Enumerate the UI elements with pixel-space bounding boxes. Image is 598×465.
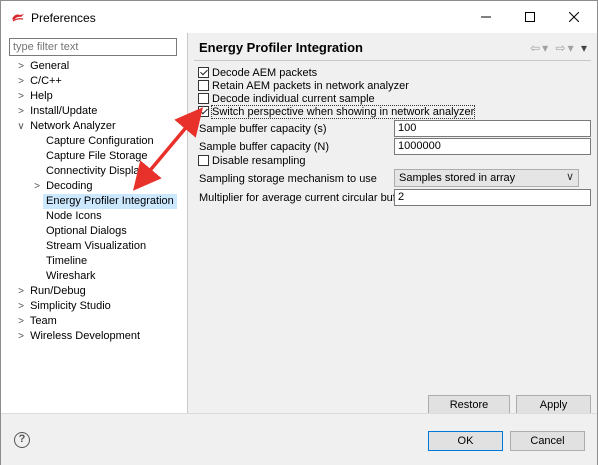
expand-icon[interactable]: > — [31, 179, 43, 194]
tree-item-energy-profiler-integration[interactable]: Energy Profiler Integration — [43, 194, 177, 209]
sample-buffer-n-label: Sample buffer capacity (N) — [199, 141, 330, 153]
filter-input[interactable] — [9, 38, 177, 56]
close-icon — [568, 11, 580, 23]
storage-mechanism-select[interactable]: Samples stored in array ∨ — [394, 169, 579, 187]
sample-buffer-n-input[interactable]: 1000000 — [394, 138, 591, 155]
minimize-button[interactable] — [464, 1, 508, 33]
close-button[interactable] — [552, 1, 596, 33]
collapse-icon[interactable]: ∨ — [15, 119, 27, 134]
storage-mechanism-label: Sampling storage mechanism to use — [199, 173, 377, 185]
expand-icon[interactable]: > — [15, 284, 27, 299]
maximize-icon — [525, 12, 535, 22]
disable-resampling-checkbox[interactable]: Disable resampling — [198, 154, 306, 168]
tree-item-optional-dialogs[interactable]: Optional Dialogs — [46, 224, 127, 239]
tree-item-decoding[interactable]: > Decoding — [31, 179, 92, 194]
chevron-down-icon[interactable]: ∨ — [566, 171, 574, 183]
checkbox-unchecked-icon[interactable] — [198, 155, 209, 166]
decode-individual-checkbox[interactable]: Decode individual current sample — [198, 92, 375, 106]
switch-perspective-checkbox[interactable]: Switch perspective when showing in netwo… — [198, 105, 476, 119]
ok-button[interactable]: OK — [428, 431, 503, 451]
tree-item-network-analyzer[interactable]: ∨ Network Analyzer — [15, 119, 115, 134]
dialog-footer: ? OK Cancel — [1, 413, 597, 465]
expand-icon[interactable]: > — [15, 329, 27, 344]
apply-button[interactable]: Apply — [516, 395, 591, 415]
multiplier-label: Multiplier for average current circular … — [199, 192, 409, 204]
forward-menu-icon[interactable]: ▾ — [568, 41, 576, 55]
retain-aem-checkbox[interactable]: Retain AEM packets in network analyzer — [198, 79, 409, 93]
forward-icon[interactable]: ⇨ — [556, 41, 568, 55]
tree-item-team[interactable]: > Team — [15, 314, 57, 329]
tree-item-stream-visualization[interactable]: Stream Visualization — [46, 239, 146, 254]
checkbox-checked-icon[interactable] — [198, 106, 209, 117]
tree-item-node-icons[interactable]: Node Icons — [46, 209, 102, 224]
decode-aem-checkbox[interactable]: Decode AEM packets — [198, 66, 317, 80]
expand-icon[interactable]: > — [15, 74, 27, 89]
tree-item-timeline[interactable]: Timeline — [46, 254, 87, 269]
page-navigation: ⇦▾ ⇨▾ ▾ — [530, 41, 589, 55]
checkbox-checked-icon[interactable] — [198, 67, 209, 78]
restore-defaults-button[interactable]: Restore Defaults — [428, 395, 510, 429]
tree-item-help[interactable]: > Help — [15, 89, 53, 104]
expand-icon[interactable]: > — [15, 299, 27, 314]
tree-item-wireless-development[interactable]: > Wireless Development — [15, 329, 140, 344]
back-menu-icon[interactable]: ▾ — [542, 41, 550, 55]
sample-buffer-s-input[interactable]: 100 — [394, 120, 591, 137]
tree-item-connectivity-display[interactable]: Connectivity Display — [46, 164, 145, 179]
tree-item-wireshark[interactable]: Wireshark — [46, 269, 96, 284]
view-menu-icon[interactable]: ▾ — [581, 41, 589, 55]
page-title: Energy Profiler Integration — [199, 40, 363, 55]
expand-icon[interactable]: > — [15, 89, 27, 104]
title-separator — [194, 60, 591, 61]
back-icon[interactable]: ⇦ — [530, 41, 542, 55]
cancel-button[interactable]: Cancel — [510, 431, 585, 451]
multiplier-input[interactable]: 2 — [394, 189, 591, 206]
maximize-button[interactable] — [508, 1, 552, 33]
app-icon — [12, 14, 24, 22]
expand-icon[interactable]: > — [15, 59, 27, 74]
tree-item-general[interactable]: > General — [15, 59, 69, 74]
tree-item-install-update[interactable]: > Install/Update — [15, 104, 97, 119]
preference-page: Energy Profiler Integration ⇦▾ ⇨▾ ▾ Deco… — [188, 33, 597, 429]
checkbox-unchecked-icon[interactable] — [198, 93, 209, 104]
title-bar: Preferences — [1, 1, 597, 33]
expand-icon[interactable]: > — [15, 104, 27, 119]
tree-item-simplicity-studio[interactable]: > Simplicity Studio — [15, 299, 111, 314]
minimize-icon — [481, 16, 491, 18]
tree-item-c-cpp[interactable]: > C/C++ — [15, 74, 62, 89]
preference-tree-pane: > General > C/C++ > Help > Install/Updat… — [1, 33, 188, 413]
help-icon[interactable]: ? — [14, 432, 30, 448]
tree-item-capture-configuration[interactable]: Capture Configuration — [46, 134, 154, 149]
window-title: Preferences — [31, 11, 96, 25]
preferences-window: Preferences > General > C/C++ > Help > I… — [0, 0, 598, 465]
tree-item-run-debug[interactable]: > Run/Debug — [15, 284, 86, 299]
sample-buffer-s-label: Sample buffer capacity (s) — [199, 123, 327, 135]
expand-icon[interactable]: > — [15, 314, 27, 329]
checkbox-unchecked-icon[interactable] — [198, 80, 209, 91]
tree-item-capture-file-storage[interactable]: Capture File Storage — [46, 149, 148, 164]
